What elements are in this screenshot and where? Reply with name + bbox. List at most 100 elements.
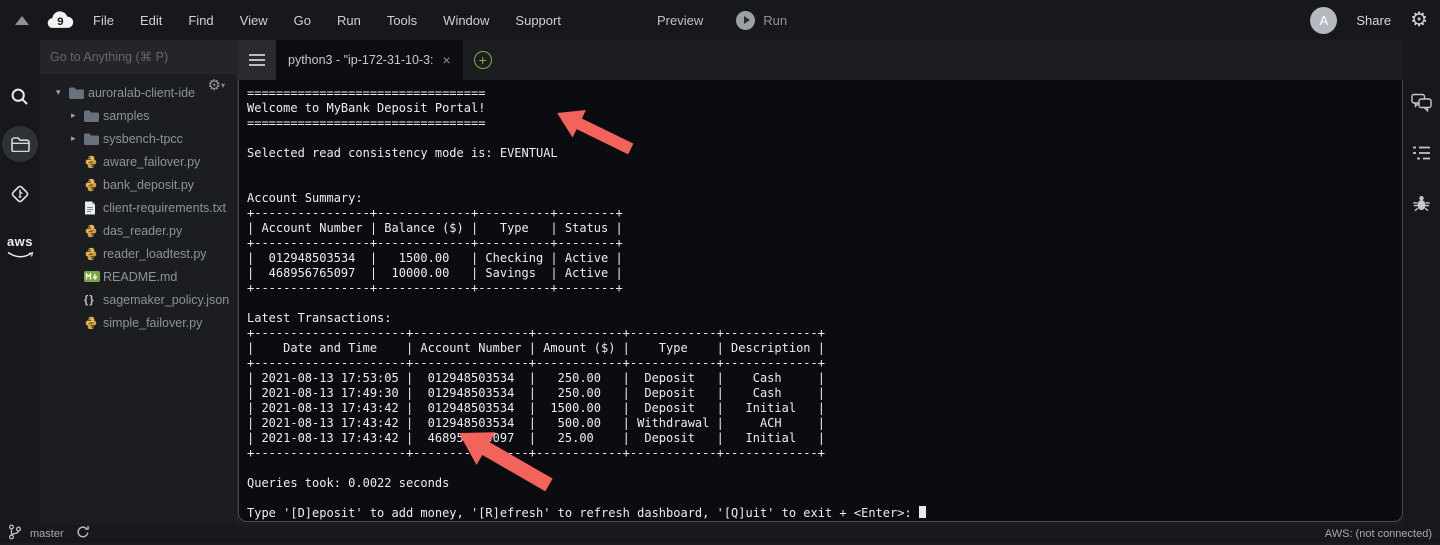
avatar[interactable]: A — [1310, 7, 1337, 34]
terminal-line: | 2021-08-13 17:49:30 | 012948503534 | 2… — [247, 386, 1402, 401]
terminal-line: | 2021-08-13 17:53:05 | 012948503534 | 2… — [247, 371, 1402, 386]
menu-item-tools[interactable]: Tools — [387, 13, 417, 28]
terminal-line — [247, 296, 1402, 311]
folder-icon — [11, 137, 30, 152]
editor-area: python3 - "ip-172-31-10-3: × + =========… — [238, 40, 1403, 525]
hamburger-icon — [249, 59, 265, 61]
preview-button[interactable]: Preview — [657, 13, 703, 28]
terminal-line — [247, 131, 1402, 146]
tree-item-aware-failover-py[interactable]: aware_failover.py — [40, 150, 237, 173]
menu-item-run[interactable]: Run — [337, 13, 361, 28]
tree-item-client-requirements-txt[interactable]: client-requirements.txt — [40, 196, 237, 219]
refresh-icon[interactable] — [76, 525, 90, 544]
new-tab-button[interactable]: + — [474, 51, 492, 69]
terminal-line: ================================= — [247, 86, 1402, 101]
terminal-line: +----------------+-------------+--------… — [247, 236, 1402, 251]
tree-item-reader-loadtest-py[interactable]: reader_loadtest.py — [40, 242, 237, 265]
python-file-icon — [84, 247, 103, 261]
terminal-line: Selected read consistency mode is: EVENT… — [247, 146, 1402, 161]
branch-name[interactable]: master — [30, 528, 64, 540]
terminal-line: | Date and Time | Account Number | Amoun… — [247, 341, 1402, 356]
chevron-icon: ▸ — [71, 110, 84, 121]
share-button[interactable]: Share — [1356, 13, 1391, 28]
file-tree-panel: ⚙▾ ▾ auroralab-client-ide ▸ samples ▸ sy… — [40, 40, 238, 525]
terminal-line: Welcome to MyBank Deposit Portal! — [247, 101, 1402, 116]
terminal-line: Account Summary: — [247, 191, 1402, 206]
play-icon[interactable] — [736, 11, 755, 30]
terminal-line: +---------------------+----------------+… — [247, 356, 1402, 371]
menu-item-find[interactable]: Find — [188, 13, 213, 28]
terminal-cursor — [919, 506, 926, 518]
left-icon-rail: aws — [0, 40, 40, 525]
terminal-line: +----------------+-------------+--------… — [247, 206, 1402, 221]
menu-item-window[interactable]: Window — [443, 13, 489, 28]
file-explorer-button[interactable] — [2, 126, 38, 162]
text-file-icon — [84, 201, 103, 215]
menu-item-view[interactable]: View — [240, 13, 268, 28]
terminal-line: Queries took: 0.0022 seconds — [247, 476, 1402, 491]
terminal-output[interactable]: =================================Welcome… — [238, 80, 1403, 522]
settings-gear-icon[interactable]: ⚙ — [1410, 10, 1428, 30]
menu-bar-items: File Edit Find View Go Run Tools Window Support — [93, 13, 561, 28]
terminal-line: | Account Number | Balance ($) | Type | … — [247, 221, 1402, 236]
cloud9-logo[interactable]: 9 — [46, 10, 74, 30]
collapse-triangle-icon[interactable] — [15, 16, 29, 25]
tree-item-sagemaker-policy-json[interactable]: { } sagemaker_policy.json — [40, 288, 237, 311]
outline-list-icon[interactable] — [1412, 145, 1431, 167]
tree-item-samples[interactable]: ▸ samples — [40, 104, 237, 127]
collaborate-chat-icon[interactable] — [1411, 93, 1432, 117]
search-icon[interactable] — [10, 87, 30, 112]
tree-item-das-reader-py[interactable]: das_reader.py — [40, 219, 237, 242]
right-icon-rail — [1403, 40, 1440, 525]
python-file-icon — [84, 178, 103, 192]
python-file-icon — [84, 224, 103, 238]
tree-item-label: auroralab-client-ide — [88, 86, 195, 100]
tab-menu-button[interactable] — [238, 40, 276, 80]
terminal-line: | 2021-08-13 17:43:42 | 012948503534 | 5… — [247, 416, 1402, 431]
tree-item-label: sagemaker_policy.json — [103, 293, 229, 307]
goto-anything-box[interactable] — [40, 40, 237, 74]
aws-connection-status: AWS: (not connected) — [1325, 528, 1432, 540]
tab-close-icon[interactable]: × — [443, 53, 451, 67]
tree-item-readme-md[interactable]: README.md — [40, 265, 237, 288]
terminal-line: ================================= — [247, 116, 1402, 131]
terminal-line — [247, 461, 1402, 476]
tree-item-label: aware_failover.py — [103, 155, 200, 169]
menu-item-support[interactable]: Support — [515, 13, 561, 28]
status-bar: master AWS: (not connected) — [0, 525, 1440, 543]
tree-item-bank-deposit-py[interactable]: bank_deposit.py — [40, 173, 237, 196]
terminal-tab[interactable]: python3 - "ip-172-31-10-3: × — [276, 40, 463, 80]
menu-item-edit[interactable]: Edit — [140, 13, 162, 28]
tree-item-label: bank_deposit.py — [103, 178, 194, 192]
terminal-line — [247, 161, 1402, 176]
debugger-bug-icon[interactable] — [1412, 194, 1431, 218]
file-tree: ⚙▾ ▾ auroralab-client-ide ▸ samples ▸ sy… — [40, 74, 237, 334]
tree-item-sysbench-tpcc[interactable]: ▸ sysbench-tpcc — [40, 127, 237, 150]
menu-item-file[interactable]: File — [93, 13, 114, 28]
aws-icon[interactable]: aws — [6, 237, 34, 265]
folder-icon — [69, 87, 88, 99]
chevron-icon: ▾ — [56, 87, 69, 98]
goto-anything-input[interactable] — [40, 50, 237, 64]
tree-item-label: client-requirements.txt — [103, 201, 226, 215]
tree-item-simple-failover-py[interactable]: simple_failover.py — [40, 311, 237, 334]
menu-item-go[interactable]: Go — [294, 13, 311, 28]
tree-item-label: README.md — [103, 270, 177, 284]
svg-text:9: 9 — [57, 16, 63, 28]
terminal-line: +---------------------+----------------+… — [247, 326, 1402, 341]
terminal-line: | 012948503534 | 1500.00 | Checking | Ac… — [247, 251, 1402, 266]
tree-item-label: reader_loadtest.py — [103, 247, 207, 261]
tree-item-label: samples — [103, 109, 150, 123]
terminal-line: +----------------+-------------+--------… — [247, 281, 1402, 296]
top-menu-bar: 9 File Edit Find View Go Run Tools Window Suppor… — [0, 0, 1440, 40]
tree-item-label: das_reader.py — [103, 224, 182, 238]
folder-icon — [84, 110, 103, 122]
tree-settings-gear-icon[interactable]: ⚙▾ — [208, 76, 225, 94]
terminal-line — [247, 176, 1402, 191]
tree-item-label: simple_failover.py — [103, 316, 202, 330]
git-icon[interactable] — [9, 183, 31, 210]
git-branch-icon[interactable] — [8, 524, 22, 545]
terminal-line: | 2021-08-13 17:43:42 | 012948503534 | 1… — [247, 401, 1402, 416]
markdown-file-icon — [84, 271, 103, 282]
run-button[interactable]: Run — [736, 11, 787, 30]
